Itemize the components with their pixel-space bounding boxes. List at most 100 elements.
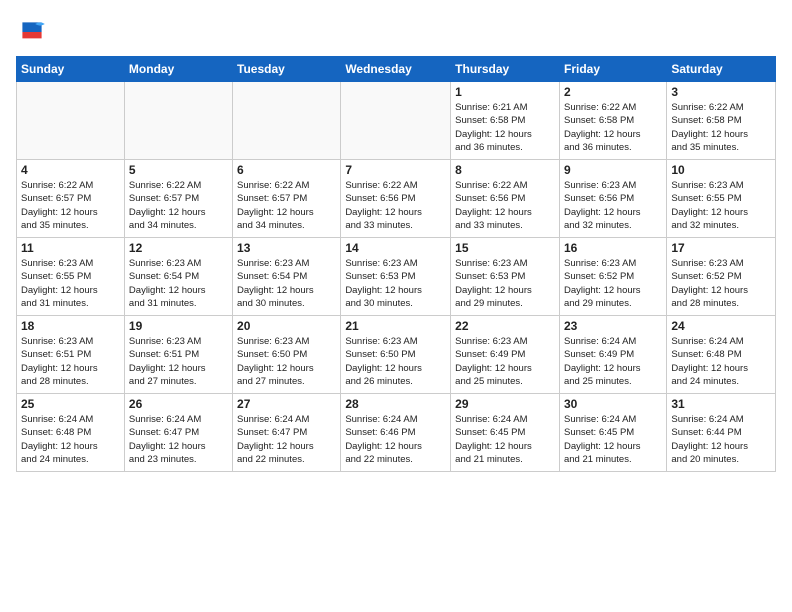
day-number: 19 — [129, 319, 228, 333]
cell-info: Sunrise: 6:22 AM Sunset: 6:58 PM Dayligh… — [671, 101, 771, 154]
calendar-cell: 6 Sunrise: 6:22 AM Sunset: 6:57 PM Daylig… — [233, 160, 341, 238]
calendar-cell: 18 Sunrise: 6:23 AM Sunset: 6:51 PM Dayli… — [17, 316, 125, 394]
cell-info: Sunrise: 6:23 AM Sunset: 6:52 PM Dayligh… — [564, 257, 662, 310]
calendar-cell: 12Sunrise: 6:23 AM Sunset: 6:54 PM Dayli… — [124, 238, 232, 316]
day-number: 7 — [345, 163, 446, 177]
calendar-cell: 16 Sunrise: 6:23 AM Sunset: 6:52 PM Dayli… — [559, 238, 666, 316]
day-number: 30 — [564, 397, 662, 411]
cell-info: Sunrise: 6:23 AM Sunset: 6:51 PM Dayligh… — [21, 335, 120, 388]
day-number: 3 — [671, 85, 771, 99]
day-number: 24 — [671, 319, 771, 333]
day-number: 27 — [237, 397, 336, 411]
col-header-wednesday: Wednesday — [341, 57, 451, 82]
calendar-cell — [17, 82, 125, 160]
day-number: 15 — [455, 241, 555, 255]
cell-info: Sunrise: 6:24 AM Sunset: 6:49 PM Dayligh… — [564, 335, 662, 388]
cell-info: Sunrise: 6:23 AM Sunset: 6:54 PM Dayligh… — [129, 257, 228, 310]
cell-info: Sunrise: 6:23 AM Sunset: 6:55 PM Dayligh… — [21, 257, 120, 310]
col-header-saturday: Saturday — [667, 57, 776, 82]
cell-info: Sunrise: 6:24 AM Sunset: 6:45 PM Dayligh… — [455, 413, 555, 466]
calendar-cell: 3 Sunrise: 6:22 AM Sunset: 6:58 PM Daylig… — [667, 82, 776, 160]
cell-info: Sunrise: 6:23 AM Sunset: 6:50 PM Dayligh… — [237, 335, 336, 388]
cell-info: Sunrise: 6:22 AM Sunset: 6:57 PM Dayligh… — [237, 179, 336, 232]
day-number: 8 — [455, 163, 555, 177]
day-number: 23 — [564, 319, 662, 333]
cell-info: Sunrise: 6:23 AM Sunset: 6:49 PM Dayligh… — [455, 335, 555, 388]
cell-info: Sunrise: 6:22 AM Sunset: 6:57 PM Dayligh… — [21, 179, 120, 232]
calendar-cell: 10 Sunrise: 6:23 AM Sunset: 6:55 PM Dayli… — [667, 160, 776, 238]
calendar-cell: 22Sunrise: 6:23 AM Sunset: 6:49 PM Dayli… — [451, 316, 560, 394]
day-number: 17 — [671, 241, 771, 255]
col-header-tuesday: Tuesday — [233, 57, 341, 82]
calendar-table: SundayMondayTuesdayWednesdayThursdayFrid… — [16, 56, 776, 472]
calendar-week-4: 18 Sunrise: 6:23 AM Sunset: 6:51 PM Dayli… — [17, 316, 776, 394]
day-number: 26 — [129, 397, 228, 411]
calendar-cell — [233, 82, 341, 160]
day-number: 25 — [21, 397, 120, 411]
calendar-cell: 9 Sunrise: 6:23 AM Sunset: 6:56 PM Daylig… — [559, 160, 666, 238]
cell-info: Sunrise: 6:24 AM Sunset: 6:47 PM Dayligh… — [237, 413, 336, 466]
cell-info: Sunrise: 6:23 AM Sunset: 6:55 PM Dayligh… — [671, 179, 771, 232]
day-number: 14 — [345, 241, 446, 255]
cell-info: Sunrise: 6:23 AM Sunset: 6:54 PM Dayligh… — [237, 257, 336, 310]
day-number: 6 — [237, 163, 336, 177]
calendar-cell: 26Sunrise: 6:24 AM Sunset: 6:47 PM Dayli… — [124, 394, 232, 472]
cell-info: Sunrise: 6:23 AM Sunset: 6:51 PM Dayligh… — [129, 335, 228, 388]
cell-info: Sunrise: 6:22 AM Sunset: 6:58 PM Dayligh… — [564, 101, 662, 154]
calendar-cell: 25 Sunrise: 6:24 AM Sunset: 6:48 PM Dayli… — [17, 394, 125, 472]
day-number: 11 — [21, 241, 120, 255]
calendar-cell: 2 Sunrise: 6:22 AM Sunset: 6:58 PM Daylig… — [559, 82, 666, 160]
cell-info: Sunrise: 6:24 AM Sunset: 6:45 PM Dayligh… — [564, 413, 662, 466]
calendar-cell: 27 Sunrise: 6:24 AM Sunset: 6:47 PM Dayli… — [233, 394, 341, 472]
cell-info: Sunrise: 6:24 AM Sunset: 6:48 PM Dayligh… — [671, 335, 771, 388]
calendar-cell: 17 Sunrise: 6:23 AM Sunset: 6:52 PM Dayli… — [667, 238, 776, 316]
calendar-cell: 1Sunrise: 6:21 AM Sunset: 6:58 PM Daylig… — [451, 82, 560, 160]
day-number: 29 — [455, 397, 555, 411]
day-number: 21 — [345, 319, 446, 333]
calendar-header-row: SundayMondayTuesdayWednesdayThursdayFrid… — [17, 57, 776, 82]
day-number: 16 — [564, 241, 662, 255]
calendar-week-5: 25 Sunrise: 6:24 AM Sunset: 6:48 PM Dayli… — [17, 394, 776, 472]
cell-info: Sunrise: 6:22 AM Sunset: 6:56 PM Dayligh… — [455, 179, 555, 232]
calendar-cell: 30 Sunrise: 6:24 AM Sunset: 6:45 PM Dayli… — [559, 394, 666, 472]
calendar-cell — [124, 82, 232, 160]
day-number: 9 — [564, 163, 662, 177]
calendar-cell: 13 Sunrise: 6:23 AM Sunset: 6:54 PM Dayli… — [233, 238, 341, 316]
cell-info: Sunrise: 6:23 AM Sunset: 6:52 PM Dayligh… — [671, 257, 771, 310]
cell-info: Sunrise: 6:24 AM Sunset: 6:44 PM Dayligh… — [671, 413, 771, 466]
calendar-week-2: 4Sunrise: 6:22 AM Sunset: 6:57 PM Daylig… — [17, 160, 776, 238]
col-header-friday: Friday — [559, 57, 666, 82]
day-number: 28 — [345, 397, 446, 411]
calendar-cell: 8 Sunrise: 6:22 AM Sunset: 6:56 PM Daylig… — [451, 160, 560, 238]
calendar-cell: 23 Sunrise: 6:24 AM Sunset: 6:49 PM Dayli… — [559, 316, 666, 394]
cell-info: Sunrise: 6:23 AM Sunset: 6:53 PM Dayligh… — [345, 257, 446, 310]
day-number: 13 — [237, 241, 336, 255]
calendar-week-3: 11 Sunrise: 6:23 AM Sunset: 6:55 PM Dayli… — [17, 238, 776, 316]
day-number: 2 — [564, 85, 662, 99]
calendar-cell: 29 Sunrise: 6:24 AM Sunset: 6:45 PM Dayli… — [451, 394, 560, 472]
cell-info: Sunrise: 6:22 AM Sunset: 6:56 PM Dayligh… — [345, 179, 446, 232]
calendar-cell: 15 Sunrise: 6:23 AM Sunset: 6:53 PM Dayli… — [451, 238, 560, 316]
col-header-sunday: Sunday — [17, 57, 125, 82]
day-number: 31 — [671, 397, 771, 411]
calendar-cell: 7 Sunrise: 6:22 AM Sunset: 6:56 PM Daylig… — [341, 160, 451, 238]
calendar-cell: 19 Sunrise: 6:23 AM Sunset: 6:51 PM Dayli… — [124, 316, 232, 394]
cell-info: Sunrise: 6:21 AM Sunset: 6:58 PM Dayligh… — [455, 101, 555, 154]
cell-info: Sunrise: 6:23 AM Sunset: 6:53 PM Dayligh… — [455, 257, 555, 310]
calendar-cell: 28Sunrise: 6:24 AM Sunset: 6:46 PM Dayli… — [341, 394, 451, 472]
day-number: 20 — [237, 319, 336, 333]
cell-info: Sunrise: 6:22 AM Sunset: 6:57 PM Dayligh… — [129, 179, 228, 232]
col-header-thursday: Thursday — [451, 57, 560, 82]
calendar-cell: 14 Sunrise: 6:23 AM Sunset: 6:53 PM Dayli… — [341, 238, 451, 316]
cell-info: Sunrise: 6:24 AM Sunset: 6:48 PM Dayligh… — [21, 413, 120, 466]
calendar-cell: 24 Sunrise: 6:24 AM Sunset: 6:48 PM Dayli… — [667, 316, 776, 394]
col-header-monday: Monday — [124, 57, 232, 82]
cell-info: Sunrise: 6:23 AM Sunset: 6:56 PM Dayligh… — [564, 179, 662, 232]
cell-info: Sunrise: 6:23 AM Sunset: 6:50 PM Dayligh… — [345, 335, 446, 388]
logo-icon — [16, 16, 48, 48]
calendar-cell: 20 Sunrise: 6:23 AM Sunset: 6:50 PM Dayli… — [233, 316, 341, 394]
day-number: 10 — [671, 163, 771, 177]
day-number: 18 — [21, 319, 120, 333]
calendar-cell — [341, 82, 451, 160]
day-number: 5 — [129, 163, 228, 177]
